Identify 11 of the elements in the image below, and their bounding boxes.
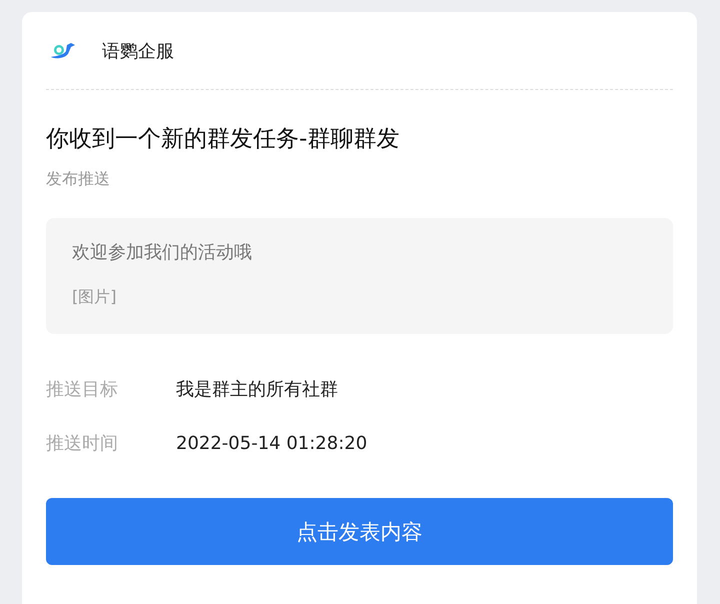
task-title: 你收到一个新的群发任务-群聊群发 [46,125,400,154]
field-value: 2022-05-14 01:28:20 [176,432,368,454]
field-value: 我是群主的所有社群 [176,378,338,401]
field-label: 推送时间 [46,432,119,455]
brand-name: 语鹦企服 [102,40,174,62]
message-text: 欢迎参加我们的活动哦 [72,241,253,265]
task-subtitle: 发布推送 [46,168,111,190]
publish-button[interactable]: 点击发表内容 [46,498,673,565]
field-label: 推送目标 [46,378,119,401]
attachment-label: [图片] [72,286,118,308]
bird-logo-icon [50,42,76,60]
